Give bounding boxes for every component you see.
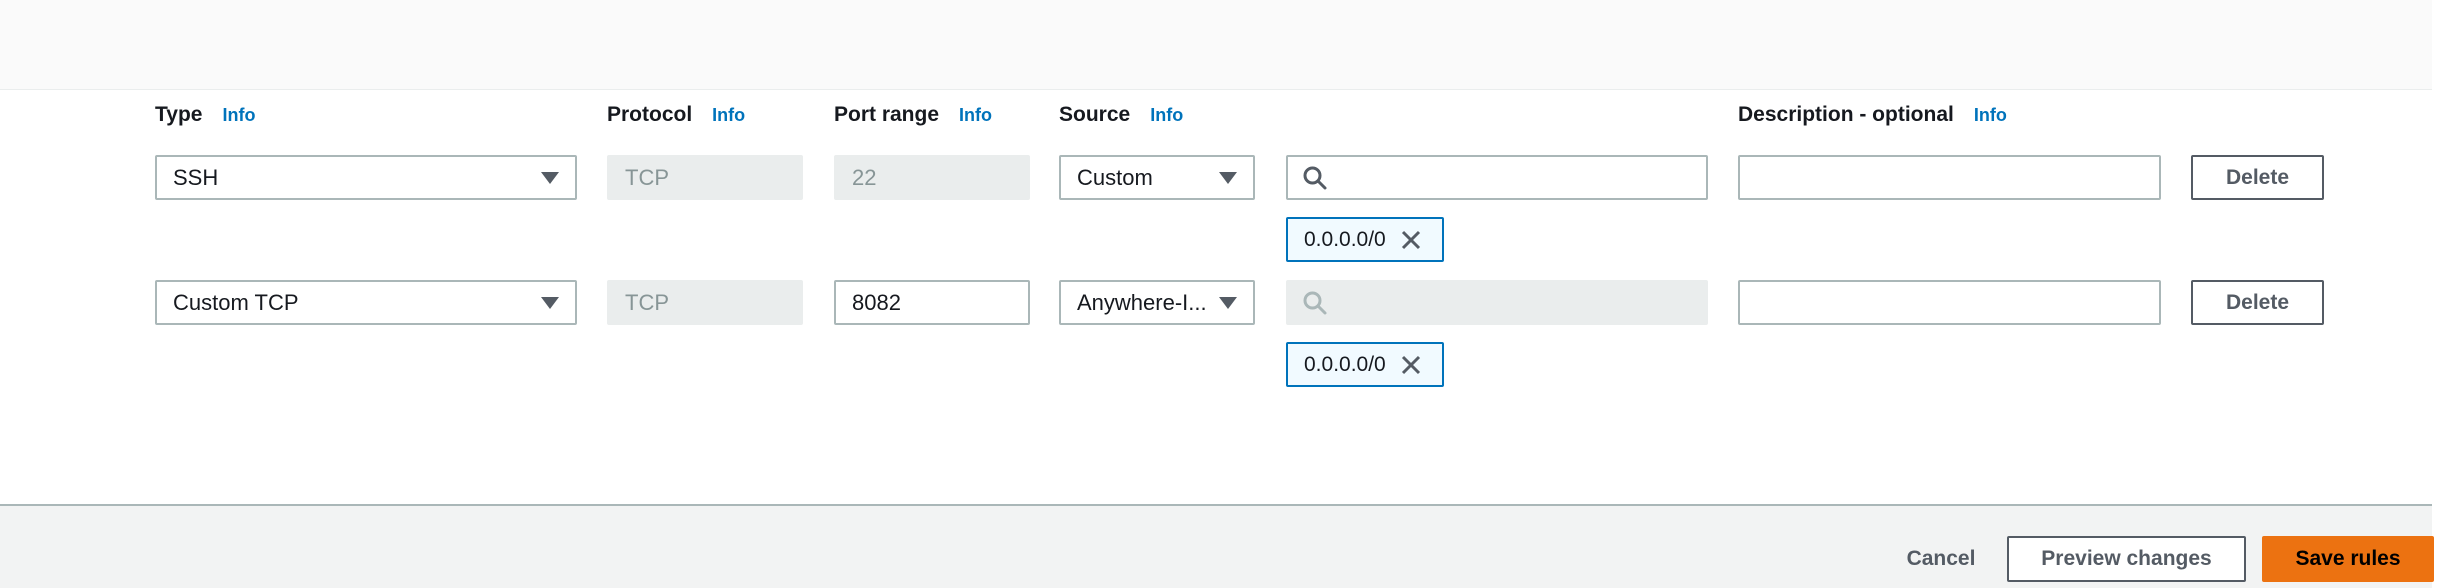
rule-2-delete-button[interactable]: Delete [2191, 280, 2324, 325]
rule-2-port-range-value: 8082 [852, 289, 901, 315]
rule-2-cidr-token: 0.0.0.0/0 [1286, 342, 1444, 387]
rule-1-cidr-token-label: 0.0.0.0/0 [1304, 227, 1386, 251]
description-info-link[interactable]: Info [1974, 105, 2007, 126]
rule-2-port-range-input[interactable]: 8082 [834, 280, 1030, 325]
protocol-info-link[interactable]: Info [712, 105, 745, 126]
cancel-button[interactable]: Cancel [1876, 536, 2006, 582]
rule-1-type-value: SSH [173, 164, 219, 190]
source-info-link[interactable]: Info [1150, 105, 1183, 126]
rule-1-cidr-token: 0.0.0.0/0 [1286, 217, 1444, 262]
rule-2-source-select[interactable]: Anywhere-I... [1059, 280, 1255, 325]
save-rules-button[interactable]: Save rules [2262, 536, 2434, 582]
rule-2-protocol-field: TCP [607, 280, 803, 325]
source-header-label: Source [1059, 103, 1131, 126]
search-icon [1303, 166, 1327, 189]
rule-2-description-input[interactable] [1738, 280, 2161, 325]
caret-down-icon [541, 296, 559, 309]
rule-2-protocol-value: TCP [625, 289, 669, 315]
search-icon [1303, 291, 1327, 314]
rule-1-cidr-search-input[interactable] [1286, 155, 1708, 200]
caret-down-icon [541, 171, 559, 184]
port-range-info-link[interactable]: Info [959, 105, 992, 126]
type-info-link[interactable]: Info [222, 105, 255, 126]
close-icon[interactable] [1400, 229, 1422, 251]
preview-changes-button[interactable]: Preview changes [2007, 536, 2246, 582]
source-column-header: Source Info [1059, 100, 1183, 130]
protocol-column-header: Protocol Info [607, 100, 745, 130]
rule-1-delete-button[interactable]: Delete [2191, 155, 2324, 200]
caret-down-icon [1219, 296, 1237, 309]
description-column-header: Description - optional Info [1738, 100, 2007, 130]
rule-1-protocol-field: TCP [607, 155, 803, 200]
port-range-column-header: Port range Info [834, 100, 992, 130]
type-column-header: Type Info [155, 100, 255, 130]
rule-2-type-select[interactable]: Custom TCP [155, 280, 577, 325]
rule-1-port-range-value: 22 [852, 164, 877, 190]
rule-1-description-input[interactable] [1738, 155, 2161, 200]
rule-1-type-select[interactable]: SSH [155, 155, 577, 200]
description-header-label: Description - optional [1738, 103, 1954, 126]
rule-1-source-select[interactable]: Custom [1059, 155, 1255, 200]
rule-2-cidr-token-label: 0.0.0.0/0 [1304, 352, 1386, 376]
caret-down-icon [1219, 171, 1237, 184]
port-range-header-label: Port range [834, 103, 940, 126]
rule-1-source-value: Custom [1077, 164, 1153, 190]
rule-2-cidr-search-input [1286, 280, 1708, 325]
type-header-label: Type [155, 103, 203, 126]
rule-1-port-range-field: 22 [834, 155, 1030, 200]
rule-2-source-value: Anywhere-I... [1077, 289, 1207, 315]
rule-2-type-value: Custom TCP [173, 289, 299, 315]
rule-1-protocol-value: TCP [625, 164, 669, 190]
close-icon[interactable] [1400, 354, 1422, 376]
scroll-gutter [2432, 0, 2448, 588]
protocol-header-label: Protocol [607, 103, 693, 126]
page-top-band [0, 0, 2432, 90]
